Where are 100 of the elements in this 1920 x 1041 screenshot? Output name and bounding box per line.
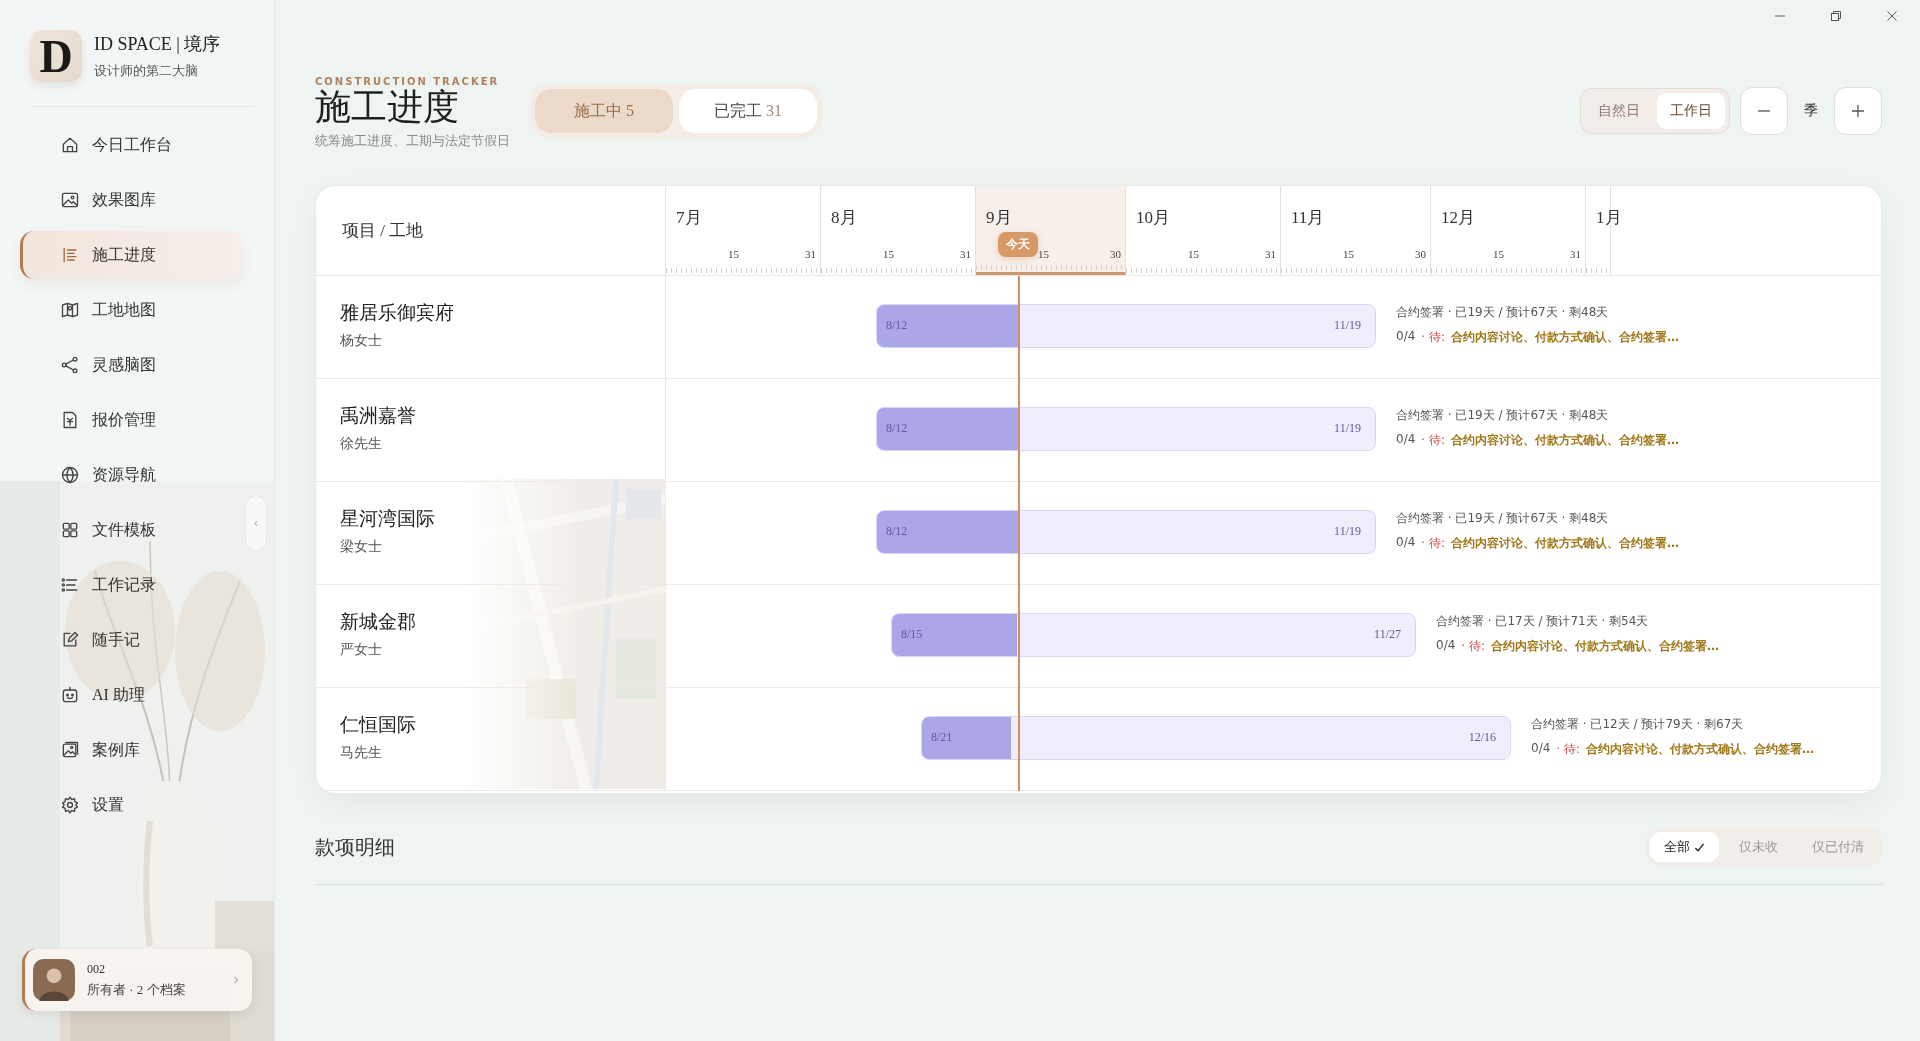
today-badge: 今天 [998, 232, 1038, 257]
zoom-out-button[interactable] [1740, 87, 1788, 135]
project-owner: 杨女士 [340, 332, 383, 350]
sidebar-item[interactable]: 工作记录 [20, 561, 242, 609]
image-icon [60, 740, 80, 760]
day-label: 31 [805, 248, 816, 260]
sidebar-item[interactable]: 设置 [20, 781, 242, 829]
pending-label: · 待: [1461, 638, 1485, 655]
user-details: 所有者 · 2 个档案 [87, 980, 187, 999]
end-date: 11/27 [1374, 627, 1401, 642]
avatar-icon [33, 959, 75, 1001]
schedule-summary: 合约签署 · 已19天 / 预计67天 · 剩48天 [1396, 304, 1610, 321]
sidebar-item[interactable]: 案例库 [20, 726, 242, 774]
pending-label: · 待: [1421, 432, 1445, 449]
month-label: 7月 [676, 207, 702, 229]
app-name: ID SPACE | 境序 [94, 33, 221, 56]
plus-icon [1850, 103, 1866, 119]
start-date: 8/12 [886, 524, 908, 539]
day-label: 31 [1265, 248, 1276, 260]
schedule-bar[interactable]: 8/12 11/19 [876, 407, 1376, 451]
day-label: 31 [960, 248, 971, 260]
pending-label: · 待: [1421, 329, 1445, 346]
sidebar-item[interactable]: 报价管理 [20, 396, 242, 444]
logo: D [30, 30, 82, 82]
sidebar-item[interactable]: 随手记 [20, 616, 242, 664]
schedule-summary: 合约签署 · 已19天 / 预计67天 · 剩48天 [1396, 510, 1610, 527]
month-label: 11月 [1291, 207, 1325, 229]
close-icon[interactable] [1886, 10, 1898, 22]
settings-icon [60, 795, 80, 815]
image-icon [60, 190, 80, 210]
day-label: 15 [1038, 248, 1049, 260]
project-name: 星河湾国际 [340, 507, 436, 531]
start-date: 8/21 [931, 730, 953, 745]
month-label: 10月 [1136, 207, 1170, 229]
schedule-bar[interactable]: 8/12 11/19 [876, 510, 1376, 554]
end-date: 11/19 [1334, 524, 1361, 539]
sidebar-item[interactable]: 灵感脑图 [20, 341, 242, 389]
project-name: 禹洲嘉誉 [340, 404, 417, 428]
month-label: 1月 [1596, 207, 1622, 229]
task-count: 0/4 [1396, 329, 1416, 345]
month-label: 12月 [1441, 207, 1475, 229]
end-date: 12/16 [1468, 730, 1496, 745]
app-tagline: 设计师的第二大脑 [94, 62, 199, 80]
pending-tasks: 合约内容讨论、付款方式确认、合约签署… [1451, 329, 1679, 346]
project-owner: 徐先生 [340, 435, 383, 453]
day-label: 30 [1415, 248, 1426, 260]
day-label: 15 [728, 248, 739, 260]
start-date: 8/12 [886, 318, 908, 333]
schedule-bar[interactable]: 8/21 12/16 [921, 716, 1511, 760]
end-date: 11/19 [1334, 318, 1361, 333]
project-owner: 马先生 [340, 744, 383, 762]
sidebar-item[interactable]: 今日工作台 [20, 121, 242, 169]
task-count: 0/4 [1436, 638, 1456, 654]
filter-tab[interactable]: 全部 [1650, 832, 1719, 862]
schedule-summary: 合约签署 · 已12天 / 预计79天 · 剩67天 [1531, 716, 1745, 733]
maximize-icon[interactable] [1830, 10, 1842, 22]
sidebar-item[interactable]: 文件模板 [20, 506, 242, 554]
grid-icon [60, 520, 80, 540]
chevron-right-icon [232, 974, 240, 986]
robot-icon [60, 685, 80, 705]
status-tab[interactable]: 已完工 31 [679, 89, 817, 133]
day-mode-toggle[interactable]: 工作日 [1657, 93, 1725, 129]
sidebar-item[interactable]: 资源导航 [20, 451, 242, 499]
page-subtitle: 统筹施工进度、工期与法定节假日 [315, 132, 510, 151]
day-mode-toggle[interactable]: 自然日 [1585, 93, 1653, 129]
zoom-in-button[interactable] [1834, 87, 1882, 135]
month-label: 8月 [831, 207, 857, 229]
schedule-summary: 合约签署 · 已17天 / 预计71天 · 剩54天 [1436, 613, 1650, 630]
start-date: 8/12 [886, 421, 908, 436]
status-tab[interactable]: 施工中 5 [535, 89, 673, 133]
pending-label: · 待: [1421, 535, 1445, 552]
task-count: 0/4 [1396, 432, 1416, 448]
schedule-bar[interactable]: 8/12 11/19 [876, 304, 1376, 348]
user-card[interactable]: 002 所有者 · 2 个档案 [22, 949, 252, 1011]
schedule-summary: 合约签署 · 已19天 / 预计67天 · 剩48天 [1396, 407, 1610, 424]
user-name: 002 [87, 961, 106, 977]
day-label: 15 [883, 248, 894, 260]
page-eyebrow: CONSTRUCTION TRACKER [315, 75, 501, 87]
pending-tasks: 合约内容讨论、付款方式确认、合约签署… [1451, 535, 1679, 552]
pending-tasks: 合约内容讨论、付款方式确认、合约签署… [1491, 638, 1719, 655]
pending-label: · 待: [1556, 741, 1580, 758]
project-owner: 严女士 [340, 641, 383, 659]
sidebar-item[interactable]: AI 助理 [20, 671, 242, 719]
map-icon [60, 300, 80, 320]
day-label: 15 [1343, 248, 1354, 260]
globe-icon [60, 465, 80, 485]
day-label: 15 [1493, 248, 1504, 260]
share-icon [60, 355, 80, 375]
check-icon [1694, 841, 1705, 853]
end-date: 11/19 [1334, 421, 1361, 436]
page-title: 施工进度 [315, 88, 460, 127]
home-icon [60, 135, 80, 155]
sidebar-item[interactable]: 施工进度 [20, 231, 242, 279]
minus-icon [1756, 110, 1772, 112]
project-name: 雅居乐御宾府 [340, 301, 455, 325]
sidebar-item[interactable]: 工地地图 [20, 286, 242, 334]
task-count: 0/4 [1396, 535, 1416, 551]
schedule-bar[interactable]: 8/15 11/27 [891, 613, 1416, 657]
pending-tasks: 合约内容讨论、付款方式确认、合约签署… [1586, 741, 1814, 758]
sidebar-item[interactable]: 效果图库 [20, 176, 242, 224]
